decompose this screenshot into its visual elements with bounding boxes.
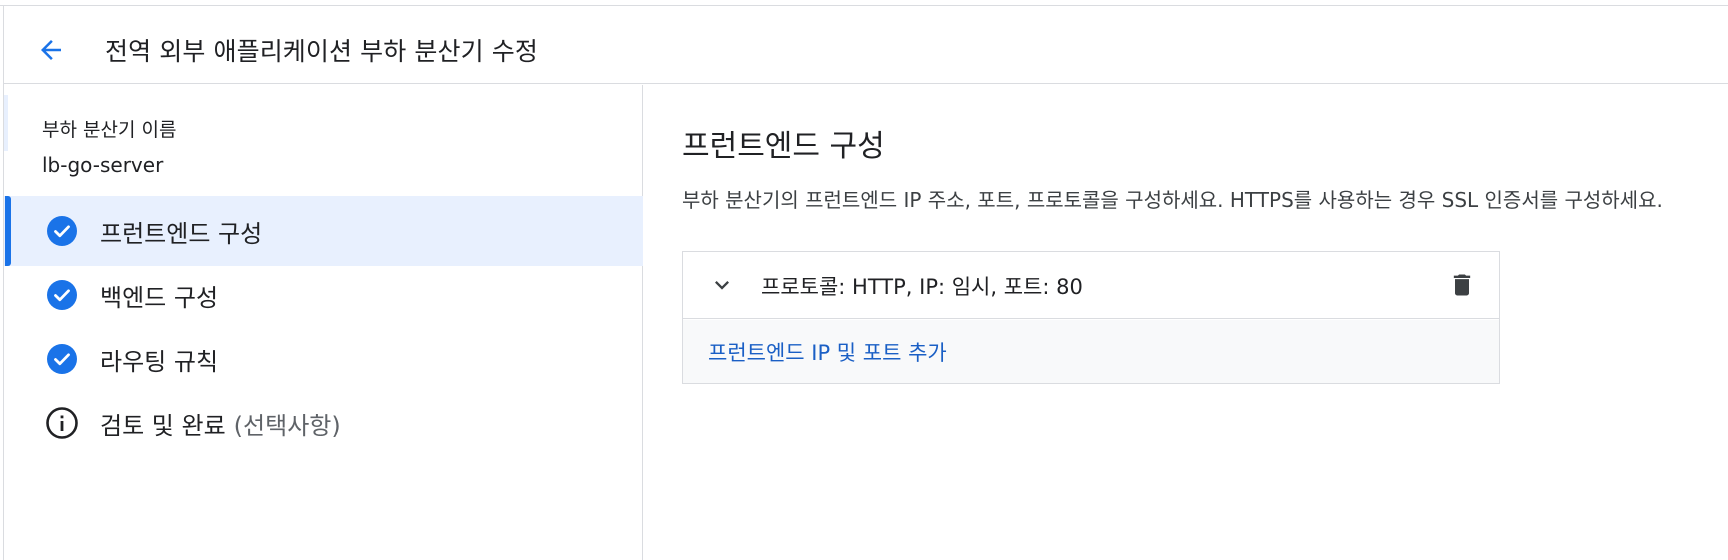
step-label-text: 프런트엔드 구성	[100, 219, 263, 248]
step-frontend-config[interactable]: 프런트엔드 구성	[4, 196, 643, 266]
lb-name-accent	[4, 95, 8, 151]
delete-button[interactable]	[1445, 268, 1479, 302]
arrow-back-icon	[41, 40, 61, 60]
step-label: 라우팅 규칙	[100, 324, 218, 394]
app-frame: 전역 외부 애플리케이션 부하 분산기 수정 부하 분산기 이름 lb-go-s…	[0, 0, 1728, 560]
step-label-text: 라우팅 규칙	[100, 347, 219, 376]
step-label: 백엔드 구성	[100, 260, 218, 330]
check-circle-icon	[44, 213, 80, 249]
page-header: 전역 외부 애플리케이션 부하 분산기 수정	[4, 7, 1728, 84]
check-circle-icon	[44, 277, 80, 313]
stepper-panel: 부하 분산기 이름 lb-go-server 프런트엔드 구성 백엔드 구성 라…	[4, 85, 643, 560]
step-label: 검토 및 완료 (선택사항)	[100, 388, 341, 458]
frontend-card: 프로토콜: HTTP, IP: 임시, 포트: 80 프런트엔드 IP 및 포트…	[682, 251, 1500, 384]
back-button[interactable]	[30, 29, 72, 71]
frontend-summary: 프로토콜: HTTP, IP: 임시, 포트: 80	[761, 274, 1083, 299]
page-title: 전역 외부 애플리케이션 부하 분산기 수정	[105, 37, 538, 66]
info-icon	[44, 405, 80, 441]
lb-name-value: lb-go-server	[42, 153, 164, 177]
step-label: 프런트엔드 구성	[100, 196, 262, 266]
step-label-text: 백엔드 구성	[100, 283, 219, 312]
main-content: 프런트엔드 구성 부하 분산기의 프런트엔드 IP 주소, 포트, 프로토콜을 …	[644, 85, 1728, 560]
card-footer: 프런트엔드 IP 및 포트 추가	[683, 320, 1499, 383]
check-circle-icon	[44, 341, 80, 377]
step-routing-rules[interactable]: 라우팅 규칙	[4, 324, 643, 394]
lb-name-label: 부하 분산기 이름	[42, 119, 177, 141]
frontend-row[interactable]: 프로토콜: HTTP, IP: 임시, 포트: 80	[683, 252, 1499, 319]
step-review-finalize[interactable]: 검토 및 완료 (선택사항)	[4, 388, 643, 458]
top-divider	[0, 0, 1728, 6]
chevron-down-icon	[715, 281, 729, 290]
section-title: 프런트엔드 구성	[682, 129, 885, 164]
step-backend-config[interactable]: 백엔드 구성	[4, 260, 643, 330]
step-label-text: 검토 및 완료	[100, 411, 226, 440]
active-step-indicator	[5, 196, 11, 266]
step-optional-text: (선택사항)	[233, 411, 341, 440]
trash-icon	[1453, 274, 1471, 296]
expand-button[interactable]	[705, 268, 739, 302]
section-description: 부하 분산기의 프런트엔드 IP 주소, 포트, 프로토콜을 구성하세요. HT…	[682, 188, 1663, 212]
add-frontend-link[interactable]: 프런트엔드 IP 및 포트 추가	[708, 320, 947, 383]
